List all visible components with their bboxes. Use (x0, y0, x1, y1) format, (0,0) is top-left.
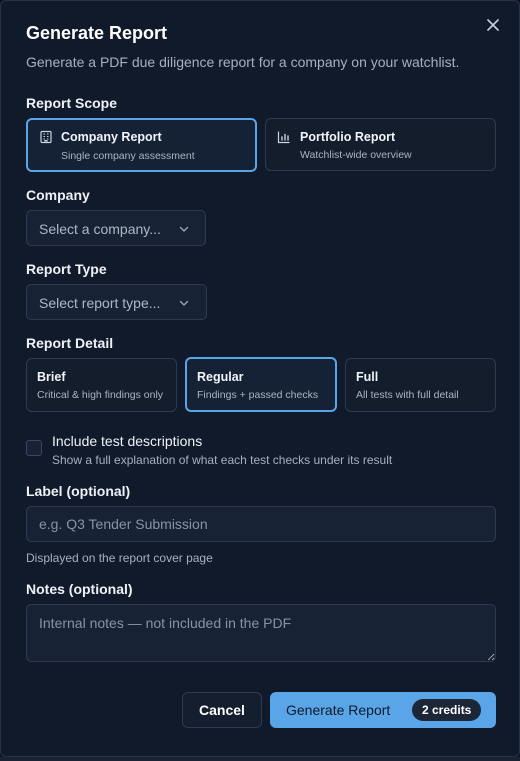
detail-card-regular-title: Regular (197, 370, 244, 384)
report-type-label: Report Type (26, 261, 107, 277)
label-input-help: Displayed on the report cover page (26, 551, 213, 565)
scope-card-company-subtitle: Single company assessment (61, 150, 195, 162)
report-type-select-placeholder: Select report type... (39, 295, 161, 311)
include-descriptions-label[interactable]: Include test descriptions (52, 433, 202, 449)
generate-report-dialog: Generate Report Generate a PDF due dilig… (0, 0, 520, 757)
building-icon (40, 130, 52, 144)
scope-card-company-title: Company Report (61, 130, 162, 144)
generate-report-label: Generate Report (286, 702, 391, 718)
report-detail-label: Report Detail (26, 335, 114, 351)
credits-badge: 2 credits (412, 699, 482, 721)
notes-field-label: Notes (optional) (26, 581, 133, 597)
detail-card-brief-subtitle: Critical & high findings only (37, 389, 164, 401)
close-icon (487, 19, 499, 31)
detail-card-brief[interactable]: Brief Critical & high findings only (26, 358, 177, 412)
scope-card-portfolio-title: Portfolio Report (300, 130, 396, 144)
detail-card-full-subtitle: All tests with full detail (356, 389, 459, 401)
include-descriptions-help: Show a full explanation of what each tes… (52, 453, 393, 467)
label-input[interactable] (26, 506, 496, 542)
report-type-select[interactable]: Select report type... (26, 284, 207, 320)
close-button[interactable] (483, 15, 503, 35)
detail-card-full[interactable]: Full All tests with full detail (345, 358, 496, 412)
detail-card-full-title: Full (356, 370, 379, 384)
notes-textarea[interactable] (26, 604, 496, 662)
company-select[interactable]: Select a company... (26, 210, 206, 246)
report-scope-label: Report Scope (26, 95, 118, 111)
include-descriptions-checkbox[interactable] (26, 440, 42, 456)
scope-card-portfolio[interactable]: Portfolio Report Watchlist-wide overview (265, 118, 496, 171)
detail-card-regular-subtitle: Findings + passed checks (197, 389, 319, 401)
scope-card-portfolio-subtitle: Watchlist-wide overview (300, 149, 412, 161)
dialog-title: Generate Report (26, 23, 168, 43)
chevron-down-icon (179, 300, 189, 306)
cancel-button[interactable]: Cancel (182, 692, 262, 728)
detail-card-brief-title: Brief (37, 370, 66, 384)
generate-report-button[interactable]: Generate Report 2 credits (270, 692, 496, 728)
scope-card-company[interactable]: Company Report Single company assessment (26, 118, 257, 172)
bar-chart-icon (277, 131, 290, 144)
background-strip (0, 757, 520, 761)
label-field-label: Label (optional) (26, 483, 131, 499)
company-select-placeholder: Select a company... (39, 221, 161, 237)
detail-card-regular[interactable]: Regular Findings + passed checks (185, 357, 337, 412)
chevron-down-icon (179, 226, 189, 232)
dialog-subtitle: Generate a PDF due diligence report for … (26, 54, 460, 70)
company-label: Company (26, 187, 90, 203)
